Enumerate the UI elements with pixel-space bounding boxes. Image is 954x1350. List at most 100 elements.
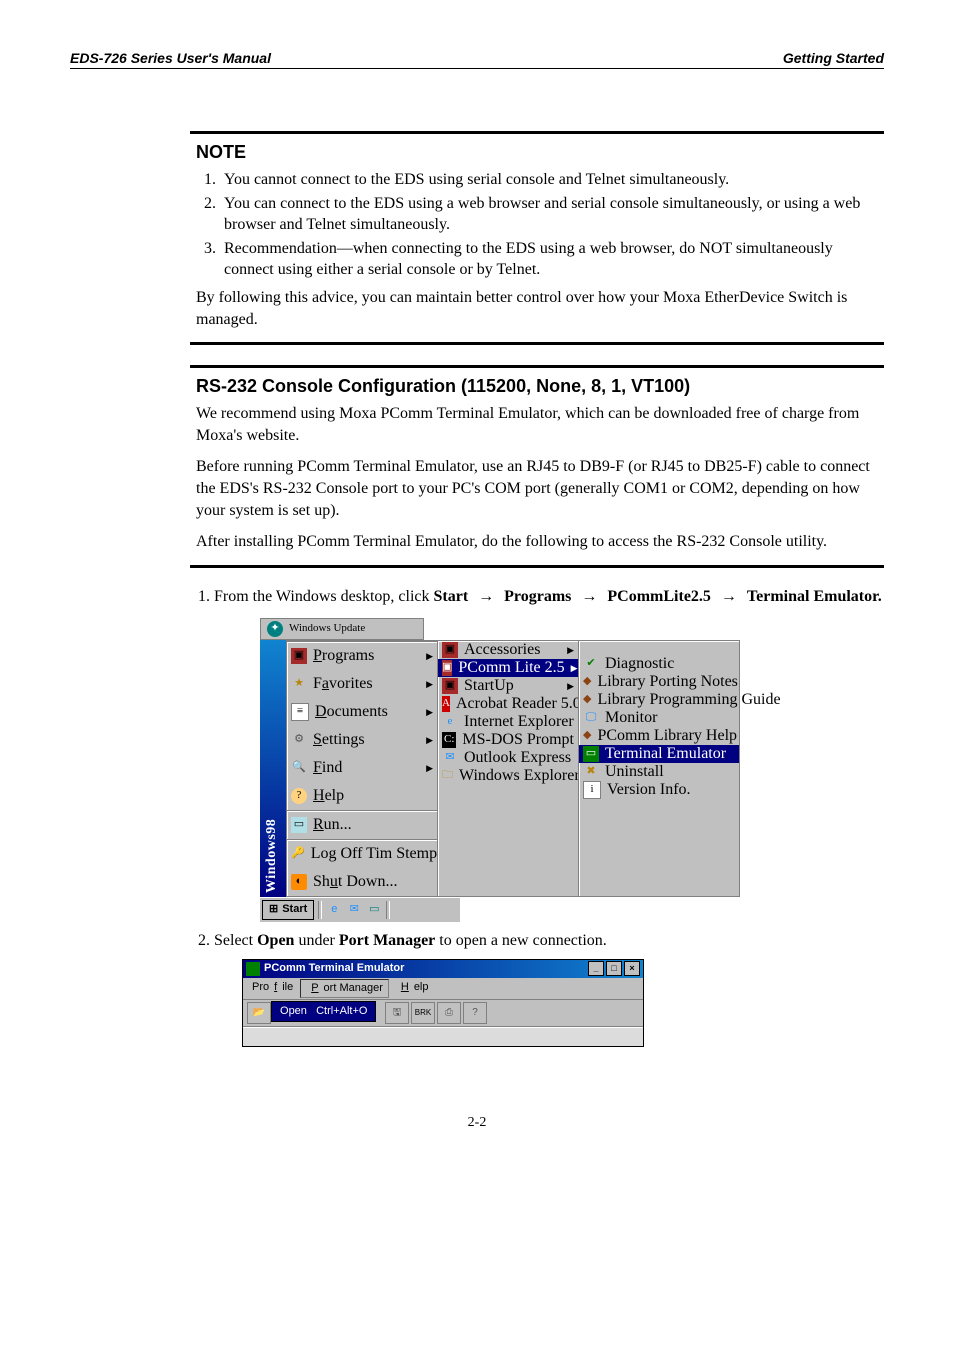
steps-block: From the Windows desktop, click Start → … xyxy=(190,586,884,1047)
menu-item-favorites[interactable]: ★Favorites▶ xyxy=(287,670,437,698)
ie-icon[interactable]: e xyxy=(325,901,343,919)
menu-item-run[interactable]: ▭Run... xyxy=(287,810,437,839)
shutdown-icon: ◐ xyxy=(291,874,307,890)
page-number: 2-2 xyxy=(70,1115,884,1131)
globe-icon: ✦ xyxy=(267,621,283,637)
star-icon: ★ xyxy=(291,676,307,692)
book-icon: ◆ xyxy=(583,674,591,690)
menu-port-manager[interactable]: Port Manager xyxy=(300,979,389,998)
arrow-icon: → xyxy=(575,588,603,605)
chevron-right-icon: ▶ xyxy=(571,662,578,675)
start-col2: ▣Accessories▶ ▣PComm Lite 2.5▶ ▣StartUp▶… xyxy=(437,640,579,897)
chevron-right-icon: ▶ xyxy=(567,680,574,693)
menu-item-logoff[interactable]: 🔑Log Off Tim Stemple... xyxy=(287,839,437,868)
note-item: You can connect to the EDS using a web b… xyxy=(220,193,878,236)
rs232-title: RS-232 Console Configuration (115200, No… xyxy=(196,376,878,397)
desktop-icon[interactable]: ▭ xyxy=(365,901,383,919)
chevron-right-icon: ▶ xyxy=(426,706,433,719)
menu-item-documents[interactable]: ≡Documents▶ xyxy=(287,698,437,726)
note-label: NOTE xyxy=(196,142,878,163)
chevron-right-icon: ▶ xyxy=(426,650,433,663)
menu-item-help[interactable]: ?Help xyxy=(287,782,437,810)
taskbar-separator xyxy=(318,901,322,919)
info-icon: i xyxy=(583,781,601,799)
menu-item[interactable]: iVersion Info. xyxy=(579,781,739,799)
taskbar-separator xyxy=(386,901,390,919)
arrow-icon: → xyxy=(715,588,743,605)
menu-item-find[interactable]: 🔍Find▶ xyxy=(287,754,437,782)
menu-profile[interactable]: Profile xyxy=(247,979,298,998)
step-1: From the Windows desktop, click Start → … xyxy=(214,586,884,922)
menu-item[interactable]: 🗀Windows Explorer xyxy=(438,767,578,785)
menu-item-programs[interactable]: ▣Programs▶ xyxy=(287,641,437,670)
header-rule xyxy=(70,68,884,69)
chevron-right-icon: ▶ xyxy=(426,734,433,747)
rs232-p2: Before running PComm Terminal Emulator, … xyxy=(196,456,878,521)
header-left: EDS-726 Series User's Manual xyxy=(70,50,271,66)
folder-icon: ▣ xyxy=(442,660,452,676)
chevron-right-icon: ▶ xyxy=(426,678,433,691)
chevron-right-icon: ▶ xyxy=(426,762,433,775)
close-button[interactable]: × xyxy=(624,961,640,976)
start-sidebar: Windows98 xyxy=(260,640,286,897)
menu-item[interactable]: ◆Library Programming Guide xyxy=(579,691,739,709)
port-manager-dropdown: Open Ctrl+Alt+O xyxy=(271,1001,376,1022)
note-list: You cannot connect to the EDS using seri… xyxy=(196,169,878,281)
step-2: Select Open under Port Manager to open a… xyxy=(214,930,884,1047)
menu-item-settings[interactable]: ⚙Settings▶ xyxy=(287,726,437,754)
menu-help[interactable]: Help xyxy=(391,979,434,998)
note-block: NOTE You cannot connect to the EDS using… xyxy=(190,131,884,345)
taskbar: ⊞ Start e ✉ ▭ xyxy=(260,897,460,922)
book-icon: ◆ xyxy=(583,692,591,708)
maximize-button[interactable]: □ xyxy=(606,961,622,976)
help-icon: ◆ xyxy=(583,728,591,744)
chevron-right-icon: ▶ xyxy=(567,644,574,657)
note-tail: By following this advice, you can mainta… xyxy=(196,287,878,330)
open-icon[interactable]: 📂 xyxy=(247,1002,271,1024)
terminal-icon: ▭ xyxy=(583,746,599,762)
page-header: EDS-726 Series User's Manual Getting Sta… xyxy=(70,50,884,68)
diagnostic-icon: ✔ xyxy=(583,656,599,672)
run-icon: ▭ xyxy=(291,817,307,833)
window-title: PComm Terminal Emulator xyxy=(264,961,404,976)
pdf-icon: A xyxy=(442,696,450,712)
gear-icon: ⚙ xyxy=(291,732,307,748)
dropdown-open[interactable]: Open Ctrl+Alt+O xyxy=(272,1002,375,1021)
uninstall-icon: ✖ xyxy=(583,764,599,780)
start-menu-screenshot: ✦ Windows Update Windows98 ▣Programs▶ ★F… xyxy=(242,618,884,922)
app-icon xyxy=(246,962,260,976)
mail-icon: ✉ xyxy=(442,750,458,766)
folder-icon: ▣ xyxy=(442,678,458,694)
steps-list: From the Windows desktop, click Start → … xyxy=(190,586,884,1047)
start-button[interactable]: ⊞ Start xyxy=(262,900,314,919)
note-item: Recommendation—when connecting to the ED… xyxy=(220,238,878,281)
pcomm-screenshot: PComm Terminal Emulator _ □ × Profile Po… xyxy=(242,959,884,1047)
pcomm-menubar: Profile Port Manager Help xyxy=(243,978,643,1000)
arrow-icon: → xyxy=(472,588,500,605)
explorer-icon: 🗀 xyxy=(442,768,453,784)
menu-item-shutdown[interactable]: ◐Shut Down... xyxy=(287,868,437,896)
windows-update-item[interactable]: ✦ Windows Update xyxy=(260,618,424,640)
note-item: You cannot connect to the EDS using seri… xyxy=(220,169,878,191)
search-icon: 🔍 xyxy=(291,760,307,776)
pcomm-window: PComm Terminal Emulator _ □ × Profile Po… xyxy=(242,959,644,1047)
pcomm-client-area xyxy=(243,1027,643,1046)
windows-icon: ⊞ xyxy=(269,902,278,917)
mail-icon[interactable]: ✉ xyxy=(345,901,363,919)
toolbar-button[interactable]: 🖫 xyxy=(385,1002,409,1024)
header-right: Getting Started xyxy=(783,50,884,66)
toolbar-button-brk[interactable]: BRK xyxy=(411,1002,435,1024)
key-icon: 🔑 xyxy=(291,846,305,862)
minimize-button[interactable]: _ xyxy=(588,961,604,976)
rs232-block: RS-232 Console Configuration (115200, No… xyxy=(190,365,884,568)
start-col1: ▣Programs▶ ★Favorites▶ ≡Documents▶ ⚙Sett… xyxy=(286,640,438,897)
pcomm-toolbar: 📂 Open Ctrl+Alt+O 🖫 BRK ⎙ ? xyxy=(243,1000,643,1027)
documents-icon: ≡ xyxy=(291,703,309,721)
ie-icon: e xyxy=(442,714,458,730)
toolbar-button[interactable]: ⎙ xyxy=(437,1002,461,1024)
folder-icon: ▣ xyxy=(291,648,307,664)
help-icon: ? xyxy=(291,788,307,804)
dos-icon: C: xyxy=(442,732,456,748)
start-col3: ✔Diagnostic ◆Library Porting Notes ◆Libr… xyxy=(578,640,740,897)
toolbar-button[interactable]: ? xyxy=(463,1002,487,1024)
